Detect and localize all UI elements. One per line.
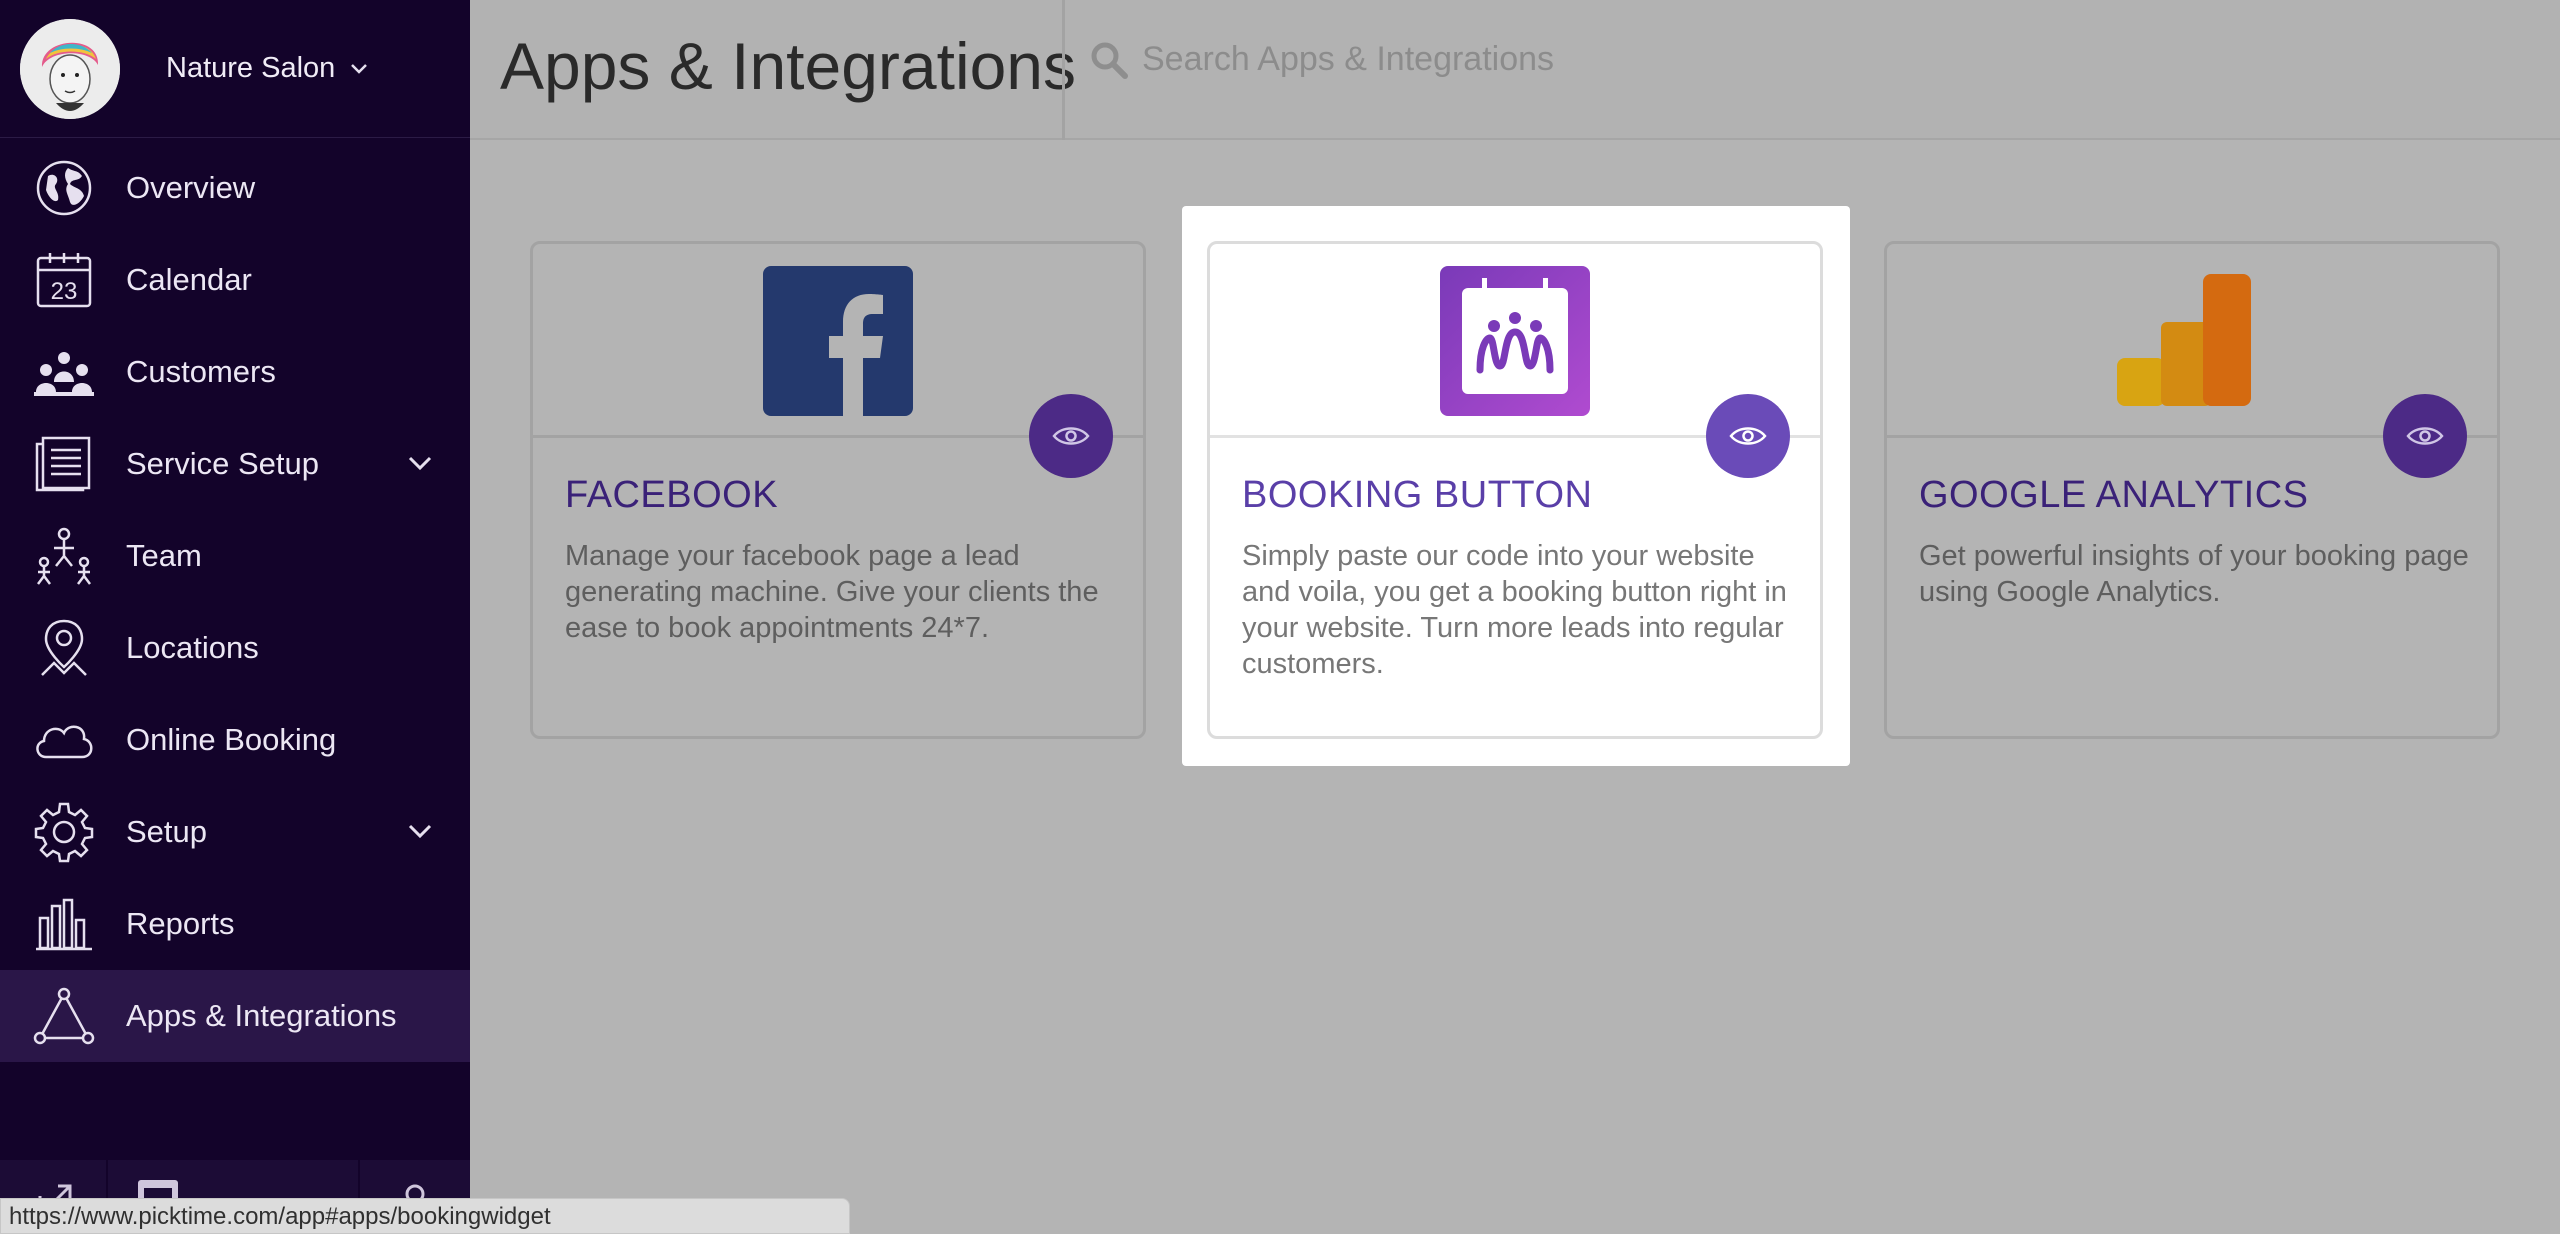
sidebar-item-label: Calendar (126, 262, 252, 297)
sidebar-nav: Overview 23 Calendar Customers Service S… (0, 142, 470, 1062)
cloud-icon (32, 708, 96, 772)
customers-icon (32, 340, 96, 404)
booking-button-logo-icon (1440, 266, 1590, 416)
chevron-down-icon (408, 456, 432, 471)
sidebar-item-label: Apps & Integrations (126, 998, 397, 1033)
avatar (20, 18, 120, 119)
page-title: Apps & Integrations (500, 29, 1077, 103)
sidebar-item-setup[interactable]: Setup (0, 786, 470, 878)
card-description: Get powerful insights of your booking pa… (1919, 540, 2469, 608)
chevron-down-icon (408, 824, 432, 839)
sidebar-item-team[interactable]: Team (0, 510, 470, 602)
calendar-icon: 23 (32, 248, 96, 312)
sidebar-item-customers[interactable]: Customers (0, 326, 470, 418)
card-title: BOOKING BUTTON (1242, 474, 1593, 516)
sidebar-item-label: Customers (126, 354, 276, 389)
card-title: GOOGLE ANALYTICS (1919, 474, 2309, 516)
sidebar-item-calendar[interactable]: 23 Calendar (0, 234, 470, 326)
sidebar-item-online-booking[interactable]: Online Booking (0, 694, 470, 786)
sidebar-item-overview[interactable]: Overview (0, 142, 470, 234)
sidebar-item-label: Setup (126, 814, 208, 849)
facebook-logo-icon (763, 266, 913, 416)
sidebar-item-label: Service Setup (126, 446, 319, 481)
eye-icon (1729, 427, 1767, 445)
top-bar: Apps & Integrations (470, 0, 2560, 140)
search-icon (1091, 42, 1128, 79)
eye-icon (1052, 427, 1090, 445)
google-analytics-logo-icon (2117, 274, 2251, 406)
account-name: Nature Salon (166, 52, 336, 84)
team-icon (32, 524, 96, 588)
card-description: Simply paste our code into your website … (1242, 540, 1787, 680)
search-box[interactable] (1090, 40, 2042, 79)
app-card-facebook[interactable]: FACEBOOK Manage your facebook page a lea… (530, 241, 1146, 739)
app-card-google-analytics[interactable]: GOOGLE ANALYTICS Get powerful insights o… (1884, 241, 2500, 739)
sidebar-item-label: Team (126, 538, 202, 573)
globe-icon (32, 156, 96, 220)
card-title: FACEBOOK (565, 474, 779, 516)
sidebar-item-locations[interactable]: Locations (0, 602, 470, 694)
sidebar-item-service-setup[interactable]: Service Setup (0, 418, 470, 510)
preview-button[interactable] (1029, 394, 1113, 478)
eye-icon (2406, 427, 2444, 445)
sidebar-item-apps-integrations[interactable]: Apps & Integrations (0, 970, 470, 1062)
triangle-nodes-icon (32, 984, 96, 1048)
chevron-down-icon (351, 63, 368, 74)
app-card-booking-button[interactable]: BOOKING BUTTON Simply paste our code int… (1207, 241, 1823, 739)
bar-chart-icon (32, 892, 96, 956)
preview-button[interactable] (1706, 394, 1790, 478)
card-description: Manage your facebook page a lead generat… (565, 540, 1099, 644)
search-input[interactable] (1142, 40, 2042, 79)
sidebar-item-label: Online Booking (126, 722, 337, 757)
divider (1062, 0, 1065, 140)
preview-button[interactable] (2383, 394, 2467, 478)
sidebar-item-reports[interactable]: Reports (0, 878, 470, 970)
sidebar: Nature Salon Overview 23 Calendar Custom… (0, 0, 470, 1234)
service-list-icon (32, 432, 96, 496)
sidebar-item-label: Reports (126, 906, 235, 941)
calendar-icon-date: 23 (51, 278, 78, 305)
gear-icon (32, 800, 96, 864)
account-switcher[interactable]: Nature Salon (0, 0, 470, 138)
location-pin-icon (32, 616, 96, 680)
status-bar-url: https://www.picktime.com/app#apps/bookin… (0, 1198, 850, 1234)
sidebar-item-label: Overview (126, 170, 256, 205)
sidebar-item-label: Locations (126, 630, 259, 665)
